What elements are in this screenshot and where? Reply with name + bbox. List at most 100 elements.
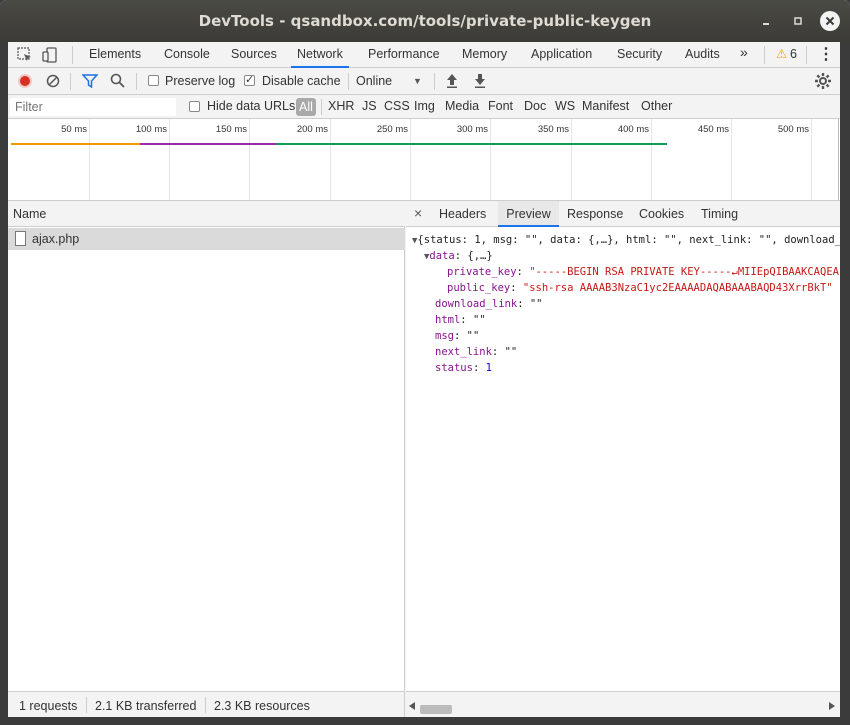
throttling-select[interactable]: Online [356,74,392,88]
json-value: "-----BEGIN RSA PRIVATE KEY-----↵MIIEpQI… [529,266,840,278]
json-key: next_link [435,346,492,358]
request-detail-pane: × Headers Preview Response Cookies Timin… [406,201,840,691]
tab-application[interactable]: Application [531,47,592,68]
search-icon[interactable] [110,73,126,92]
json-preview: ▼{status: 1, msg: "", data: {,…}, html: … [406,233,840,374]
json-key: msg [435,330,454,342]
filter-type-xhr[interactable]: XHR [328,99,354,113]
tab-cookies[interactable]: Cookies [639,207,684,227]
filter-input[interactable] [10,98,176,116]
tab-response[interactable]: Response [567,207,623,227]
throttling-dropdown-icon[interactable]: ▼ [413,76,422,86]
scroll-left-icon[interactable] [409,702,415,712]
tab-headers[interactable]: Headers [439,207,486,227]
filter-type-all[interactable]: All [296,98,316,116]
preserve-log-checkbox[interactable] [148,75,159,86]
tab-timing[interactable]: Timing [701,207,738,227]
network-status-bar: 1 requests 2.1 KB transferred 2.3 KB res… [8,691,405,717]
filter-type-media[interactable]: Media [445,99,479,113]
detail-tab-bar: × Headers Preview Response Cookies Timin… [406,201,840,227]
timeline-tick-label: 450 ms [697,124,729,135]
record-icon[interactable] [18,74,32,88]
timeline-tick-label: 50 ms [61,124,87,135]
filter-type-ws[interactable]: WS [555,99,575,113]
warning-icon[interactable]: ⚠ [776,46,787,67]
hide-data-urls-checkbox[interactable] [189,101,200,112]
timeline-tick-label: 150 ms [215,124,247,135]
panel-tab-bar: Elements Console Sources Network Perform… [8,42,840,68]
more-tabs-icon[interactable]: » [740,44,748,65]
json-key: status [435,362,473,374]
close-window-icon[interactable] [820,11,840,31]
scrollbar-thumb[interactable] [420,705,452,714]
filter-type-other[interactable]: Other [641,99,672,113]
request-row[interactable]: ajax.php [8,228,405,250]
timeline-overview[interactable]: 50 ms 100 ms 150 ms 200 ms 250 ms 300 ms… [8,119,840,201]
timeline-bar-request [140,143,276,145]
filter-bar: Hide data URLs All XHR JS CSS Img Media … [8,95,840,119]
filter-type-js[interactable]: JS [362,99,377,113]
tab-network[interactable]: Network [291,47,349,68]
json-key: download_link [435,298,518,310]
disable-cache-checkbox[interactable] [244,73,255,86]
filter-type-css[interactable]: CSS [384,99,410,113]
json-public-key-row[interactable]: public_key: "ssh-rsa AAAAB3NzaC1yc2EAAAA… [447,281,833,296]
json-private-key-row[interactable]: private_key: "-----BEGIN RSA PRIVATE KEY… [447,265,840,280]
close-detail-icon[interactable]: × [414,205,422,225]
maximize-icon[interactable] [788,11,808,31]
json-value: "" [466,330,480,342]
tab-elements[interactable]: Elements [89,47,141,68]
json-root-row[interactable]: ▼{status: 1, msg: "", data: {,…}, html: … [412,233,840,248]
json-download-link-row[interactable]: download_link: "" [435,297,543,312]
json-key: private_key [447,266,517,278]
devtools-window: DevTools - qsandbox.com/tools/private-pu… [0,0,850,725]
transferred-size: 2.1 KB transferred [95,699,197,713]
filter-type-font[interactable]: Font [488,99,513,113]
tab-memory[interactable]: Memory [462,47,507,68]
customize-menu-icon[interactable]: ⋮ [818,44,834,65]
filter-type-doc[interactable]: Doc [524,99,546,113]
disable-cache-label: Disable cache [262,74,341,88]
timeline-tick-label: 300 ms [456,124,488,135]
tab-performance[interactable]: Performance [368,47,440,68]
network-settings-icon[interactable] [814,72,832,93]
tab-sources[interactable]: Sources [231,47,277,68]
inspect-element-icon[interactable] [16,46,34,64]
request-name: ajax.php [32,232,80,246]
filter-icon[interactable] [81,74,99,91]
hide-data-urls-label: Hide data URLs [207,99,296,113]
json-status-row[interactable]: status: 1 [435,361,492,376]
scroll-right-icon[interactable] [829,702,835,712]
json-data-row[interactable]: ▼data: {,…} [424,249,493,264]
json-msg-row[interactable]: msg: "" [435,329,479,344]
timeline-tick-label: 350 ms [537,124,569,135]
export-har-icon[interactable] [474,73,486,92]
device-toolbar-icon[interactable] [42,46,60,64]
json-html-row[interactable]: html: "" [435,313,486,328]
import-har-icon[interactable] [446,73,458,92]
tab-preview[interactable]: Preview [498,201,559,227]
filter-type-manifest[interactable]: Manifest [582,99,629,113]
timeline-bar-waiting [11,143,140,145]
warning-count[interactable]: 6 [790,47,797,68]
timeline-tick-label: 200 ms [296,124,328,135]
timeline-tick-label: 250 ms [376,124,408,135]
tab-console[interactable]: Console [164,47,210,68]
request-count: 1 requests [19,699,78,713]
minimize-icon[interactable] [756,11,776,31]
preserve-log-label: Preserve log [165,74,236,88]
window-title: DevTools - qsandbox.com/tools/private-pu… [198,12,652,30]
tab-security[interactable]: Security [617,47,662,68]
json-root-summary: {status: 1, msg: "", data: {,…}, html: "… [417,234,840,246]
json-value: "" [529,298,543,310]
name-column-header[interactable]: Name [8,201,405,227]
json-value: "" [504,346,518,358]
json-next-link-row[interactable]: next_link: "" [435,345,517,360]
filter-type-img[interactable]: Img [414,99,435,113]
clear-icon[interactable] [46,74,60,91]
json-value: "" [472,314,486,326]
tab-audits[interactable]: Audits [685,47,720,68]
horizontal-scrollbar[interactable] [406,691,840,717]
json-key: html [435,314,461,326]
json-value: 1 [485,362,492,374]
